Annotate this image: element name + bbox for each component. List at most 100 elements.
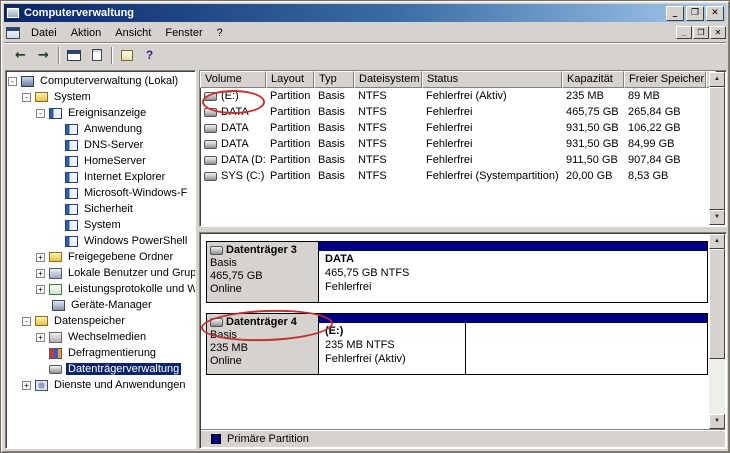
tree-item-computerverwaltung[interactable]: - Computerverwaltung (Lokal)	[6, 73, 195, 89]
column-header-dateisystem[interactable]: Dateisystem	[354, 71, 422, 88]
expand-icon[interactable]: +	[36, 285, 45, 294]
disk-row-datentraeger-4[interactable]: Datenträger 4 Basis 235 MB Online (E:) 2…	[206, 313, 708, 375]
tree-item-geraete-manager[interactable]: Geräte-Manager	[6, 297, 195, 313]
scroll-up-icon[interactable]: ▲	[709, 72, 725, 87]
expand-icon[interactable]: +	[36, 253, 45, 262]
computer-management-icon	[6, 7, 20, 19]
expand-icon[interactable]: +	[36, 333, 45, 342]
tree-item-anwendung[interactable]: Anwendung	[6, 121, 195, 137]
tree-item-leistungsprotokolle[interactable]: + Leistungsprotokolle und W	[6, 281, 195, 297]
column-header-status[interactable]: Status	[422, 71, 562, 88]
toolbar-separator	[58, 47, 59, 64]
tree-item-sicherheit[interactable]: Sicherheit	[6, 201, 195, 217]
back-button[interactable]: ←	[9, 45, 32, 66]
tree-item-ereignisanzeige[interactable]: - Ereignisanzeige	[6, 105, 195, 121]
scrollbar-thumb[interactable]	[709, 87, 725, 210]
tree-item-windows-powershell[interactable]: Windows PowerShell	[6, 233, 195, 249]
event-log-icon	[65, 204, 78, 215]
mdi-minimize-button[interactable]: _	[676, 26, 692, 39]
export-list-icon	[121, 50, 133, 61]
minimize-button[interactable]: _	[666, 6, 684, 21]
column-header-freier-speicher[interactable]: Freier Speicher	[624, 71, 706, 88]
collapse-icon[interactable]: -	[22, 93, 31, 102]
menu-datei[interactable]: Datei	[24, 25, 64, 41]
console-window-icon[interactable]	[6, 27, 20, 39]
disk-size: 465,75 GB	[210, 270, 315, 283]
volume-row-data-3[interactable]: DATA Partition Basis NTFS Fehlerfrei 931…	[200, 136, 712, 152]
menu-ansicht[interactable]: Ansicht	[108, 25, 158, 41]
tree-item-dienste-und-anwendungen[interactable]: + Dienste und Anwendungen	[6, 377, 195, 393]
menu-fenster[interactable]: Fenster	[158, 25, 209, 41]
toolbar-separator	[111, 47, 112, 64]
partition-e[interactable]: (E:) 235 MB NTFS Fehlerfrei (Aktiv)	[319, 314, 707, 374]
expand-icon[interactable]: +	[36, 269, 45, 278]
disk-row-datentraeger-3[interactable]: Datenträger 3 Basis 465,75 GB Online DAT…	[206, 241, 708, 303]
help-button[interactable]: ?	[138, 45, 161, 66]
disk-label-datentraeger-4[interactable]: Datenträger 4 Basis 235 MB Online	[207, 314, 319, 374]
scroll-down-icon[interactable]: ▼	[709, 210, 725, 225]
event-log-icon	[49, 108, 62, 119]
tree-item-datenspeicher[interactable]: - Datenspeicher	[6, 313, 195, 329]
volume-list-scrollbar[interactable]: ▲ ▼	[709, 72, 725, 225]
title-bar[interactable]: Computerverwaltung _ ❐ ✕	[4, 4, 726, 22]
disk-label-datentraeger-3[interactable]: Datenträger 3 Basis 465,75 GB Online	[207, 242, 319, 302]
scrollbar-thumb[interactable]	[709, 249, 725, 359]
show-console-tree-button[interactable]	[62, 45, 85, 66]
close-button[interactable]: ✕	[706, 6, 724, 21]
properties-button[interactable]	[85, 45, 108, 66]
disk-view-scrollbar[interactable]: ▲ ▼	[709, 234, 725, 429]
device-manager-icon	[52, 300, 65, 311]
collapse-icon[interactable]: -	[22, 317, 31, 326]
defrag-icon	[49, 348, 62, 359]
expand-icon[interactable]: +	[22, 381, 31, 390]
disk-type: Basis	[210, 257, 315, 270]
disk-icon	[210, 246, 223, 255]
forward-button[interactable]: →	[32, 45, 55, 66]
mdi-close-button[interactable]: ✕	[710, 26, 726, 39]
back-arrow-icon: ←	[15, 48, 26, 63]
primary-partition-stripe	[319, 242, 707, 251]
volume-row-data-d[interactable]: DATA (D:) Partition Basis NTFS Fehlerfre…	[200, 152, 712, 168]
tree-item-lokale-benutzer[interactable]: + Lokale Benutzer und Grup	[6, 265, 195, 281]
volume-row-data-2[interactable]: DATA Partition Basis NTFS Fehlerfrei 931…	[200, 120, 712, 136]
tree-item-dns-server[interactable]: DNS-Server	[6, 137, 195, 153]
column-header-kapazitaet[interactable]: Kapazität	[562, 71, 624, 88]
tree-item-system[interactable]: - System	[6, 89, 195, 105]
menu-hilfe[interactable]: ?	[210, 25, 230, 41]
collapse-icon[interactable]: -	[8, 77, 17, 86]
shared-folder-icon	[49, 252, 62, 262]
tree-item-freigegebene-ordner[interactable]: + Freigegebene Ordner	[6, 249, 195, 265]
computer-icon	[21, 76, 34, 87]
tree-item-internet-explorer[interactable]: Internet Explorer	[6, 169, 195, 185]
volume-row-sys-c[interactable]: SYS (C:) Partition Basis NTFS Fehlerfrei…	[200, 168, 712, 184]
volume-row-data-1[interactable]: DATA Partition Basis NTFS Fehlerfrei 465…	[200, 104, 712, 120]
event-log-icon	[65, 156, 78, 167]
export-list-button[interactable]	[115, 45, 138, 66]
tree-item-system-log[interactable]: System	[6, 217, 195, 233]
help-icon: ?	[146, 48, 153, 62]
scroll-up-icon[interactable]: ▲	[709, 234, 725, 249]
disk-graphical-pane: Datenträger 3 Basis 465,75 GB Online DAT…	[199, 232, 727, 449]
tree-item-wechselmedien[interactable]: + Wechselmedien	[6, 329, 195, 345]
disk-icon	[204, 140, 217, 149]
menu-aktion[interactable]: Aktion	[64, 25, 109, 41]
scroll-down-icon[interactable]: ▼	[709, 414, 725, 429]
tree-item-homeserver[interactable]: HomeServer	[6, 153, 195, 169]
maximize-button[interactable]: ❐	[686, 6, 704, 21]
mdi-restore-button[interactable]: ❐	[693, 26, 709, 39]
details-pane: Volume Layout Typ Dateisystem Status Kap…	[199, 70, 727, 449]
console-tree-pane: - Computerverwaltung (Lokal) - System - …	[5, 70, 196, 449]
volume-row-e[interactable]: (E:) Partition Basis NTFS Fehlerfrei (Ak…	[200, 88, 712, 104]
tree-item-datentraegerverwaltung[interactable]: Datenträgerverwaltung	[6, 361, 195, 377]
partition-data[interactable]: DATA 465,75 GB NTFS Fehlerfrei	[319, 242, 707, 302]
tree-item-defragmentierung[interactable]: Defragmentierung	[6, 345, 195, 361]
column-header-typ[interactable]: Typ	[314, 71, 354, 88]
collapse-icon[interactable]: -	[36, 109, 45, 118]
properties-icon	[92, 49, 102, 61]
event-log-icon	[65, 188, 78, 199]
disk-icon	[210, 318, 223, 327]
column-header-volume[interactable]: Volume	[200, 71, 266, 88]
column-header-layout[interactable]: Layout	[266, 71, 314, 88]
tree-item-microsoft-windows[interactable]: Microsoft-Windows-F	[6, 185, 195, 201]
event-log-icon	[65, 220, 78, 231]
